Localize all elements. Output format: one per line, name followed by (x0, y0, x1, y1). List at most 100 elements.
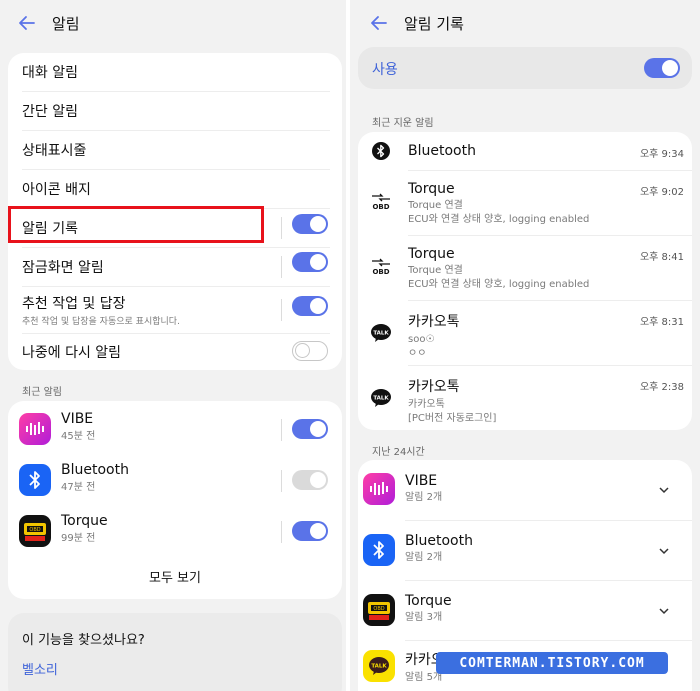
highlight-box (8, 206, 264, 243)
bluetooth-icon (19, 464, 51, 496)
header: 알림 기록 (368, 10, 464, 36)
bluetooth-icon (363, 534, 395, 566)
notification-app: Torque (408, 246, 455, 262)
svg-text:TALK: TALK (373, 331, 389, 337)
setting-lock-screen[interactable]: 잠금화면 알림 (8, 248, 342, 286)
torque-icon: OBD (19, 515, 51, 547)
svg-text:OBD: OBD (29, 527, 40, 533)
notification-line2: ECU와 연결 상태 양호, logging enabled (408, 279, 590, 290)
kakaotalk-icon: TALK (371, 389, 391, 407)
setting-status-bar[interactable]: 상태표시줄 (8, 131, 342, 169)
back-arrow-icon[interactable] (368, 12, 390, 34)
app-name: Bluetooth (61, 462, 129, 478)
notification-line1: soo☉ (408, 334, 435, 345)
app-time: 99분 전 (61, 533, 96, 544)
back-arrow-icon[interactable] (16, 12, 38, 34)
setting-description: 추천 작업 및 답장을 자동으로 표시합니다. (22, 316, 180, 327)
setting-label: 간단 알림 (22, 104, 78, 120)
app-group-row[interactable]: VIBE 알림 2개 (358, 460, 692, 520)
app-time: 47분 전 (61, 482, 96, 493)
notification-count: 알림 2개 (405, 552, 443, 563)
notification-app: 카카오톡 (408, 379, 460, 395)
app-name: Torque (405, 593, 452, 609)
deleted-notifications-card: Bluetooth 오후 9:34 OBD Torque Torque 연결 E… (358, 132, 692, 430)
notification-count: 알림 3개 (405, 612, 443, 623)
notification-app: Torque (408, 181, 455, 197)
setting-conversation[interactable]: 대화 알림 (8, 53, 342, 91)
notification-count: 알림 2개 (405, 492, 443, 503)
page-title: 알림 (52, 14, 80, 33)
setting-label: 아이콘 배지 (22, 182, 91, 198)
lock-screen-toggle[interactable] (292, 252, 328, 272)
chevron-down-icon[interactable] (658, 484, 670, 496)
setting-icon-badge[interactable]: 아이콘 배지 (8, 170, 342, 208)
notification-history-pane: 알림 기록 사용 최근 지운 알림 Bluetooth 오후 9:34 OBD … (350, 0, 700, 691)
suggestion-card: 이 기능을 찾으셨나요? 벨소리 (8, 613, 342, 691)
setting-label: 상태표시줄 (22, 143, 87, 159)
notification-time: 오후 8:31 (639, 317, 684, 328)
setting-brief[interactable]: 간단 알림 (8, 92, 342, 130)
app-name: VIBE (405, 473, 438, 489)
notification-time: 오후 9:02 (639, 187, 684, 198)
recent-app-row[interactable]: OBD Torque 99분 전 (8, 509, 342, 553)
notification-item[interactable]: Bluetooth 오후 9:34 (358, 132, 692, 170)
setting-label: 추천 작업 및 답장 (22, 295, 126, 312)
watermark: COMTERMAN.TISTORY.COM (436, 652, 668, 674)
notifications-settings-pane: 알림 대화 알림 간단 알림 상태표시줄 아이콘 배지 알림 기록 잠금화면 알… (0, 0, 346, 691)
torque-icon: OBD (363, 594, 395, 626)
notification-item[interactable]: TALK 카카오톡 카카오톡 [PC버전 자동로그인] 오후 2:38 (358, 366, 692, 430)
suggestion-link-ringtone[interactable]: 벨소리 (22, 659, 58, 678)
notification-item[interactable]: TALK 카카오톡 soo☉ ㅇㅇ 오후 8:31 (358, 301, 692, 365)
recent-app-row[interactable]: Bluetooth 47분 전 (8, 458, 342, 502)
svg-text:OBD: OBD (372, 203, 389, 211)
app-group-row[interactable]: Bluetooth 알림 2개 (358, 521, 692, 580)
svg-text:OBD: OBD (373, 606, 384, 612)
suggested-actions-toggle[interactable] (292, 296, 328, 316)
chevron-down-icon[interactable] (658, 605, 670, 617)
view-all-button[interactable]: 모두 보기 (8, 567, 342, 586)
use-toggle[interactable] (644, 58, 680, 78)
suggestion-title: 이 기능을 찾으셨나요? (22, 633, 145, 648)
recent-apps-card: VIBE 45분 전 Bluetooth 47분 전 OBD Torque 99… (8, 401, 342, 599)
svg-text:TALK: TALK (373, 396, 389, 402)
notification-item[interactable]: OBD Torque Torque 연결 ECU와 연결 상태 양호, logg… (358, 236, 692, 300)
vibe-icon (19, 413, 51, 445)
use-label: 사용 (372, 62, 398, 78)
obd-icon: OBD (372, 193, 390, 211)
kakaotalk-icon: TALK (371, 324, 391, 342)
notification-line2: [PC버전 자동로그인] (408, 413, 497, 424)
notification-line2: ㅇㅇ (408, 348, 427, 359)
recent-app-row[interactable]: VIBE 45분 전 (8, 407, 342, 451)
bluetooth-icon (372, 142, 390, 160)
setting-label: 잠금화면 알림 (22, 260, 104, 276)
app-name: Bluetooth (405, 533, 473, 549)
setting-label: 대화 알림 (22, 65, 78, 81)
app-time: 45분 전 (61, 431, 96, 442)
snooze-toggle[interactable] (292, 341, 328, 361)
kakaotalk-icon: TALK (363, 650, 395, 682)
torque-toggle[interactable] (292, 521, 328, 541)
notification-history-toggle[interactable] (292, 214, 328, 234)
app-name: Torque (61, 513, 108, 529)
vibe-icon (363, 473, 395, 505)
notification-line2: ECU와 연결 상태 양호, logging enabled (408, 214, 590, 225)
notification-app: Bluetooth (408, 143, 476, 159)
recent-deleted-label: 최근 지운 알림 (372, 118, 434, 129)
notification-line1: 카카오톡 (408, 399, 445, 410)
vibe-toggle[interactable] (292, 419, 328, 439)
notification-line1: Torque 연결 (408, 265, 463, 276)
use-toggle-card[interactable]: 사용 (358, 47, 692, 89)
app-group-row[interactable]: OBD Torque 알림 3개 (358, 581, 692, 640)
notification-item[interactable]: OBD Torque Torque 연결 ECU와 연결 상태 양호, logg… (358, 171, 692, 235)
bluetooth-toggle[interactable] (292, 470, 328, 490)
chevron-down-icon[interactable] (658, 545, 670, 557)
svg-text:TALK: TALK (371, 664, 387, 670)
notification-line1: Torque 연결 (408, 200, 463, 211)
obd-icon: OBD (372, 258, 390, 276)
notification-time: 오후 2:38 (639, 382, 684, 393)
page-title: 알림 기록 (404, 14, 464, 33)
notification-time: 오후 8:41 (639, 252, 684, 263)
notification-app: 카카오톡 (408, 314, 460, 330)
last-24h-label: 지난 24시간 (372, 447, 425, 458)
setting-label: 나중에 다시 알림 (22, 345, 122, 361)
